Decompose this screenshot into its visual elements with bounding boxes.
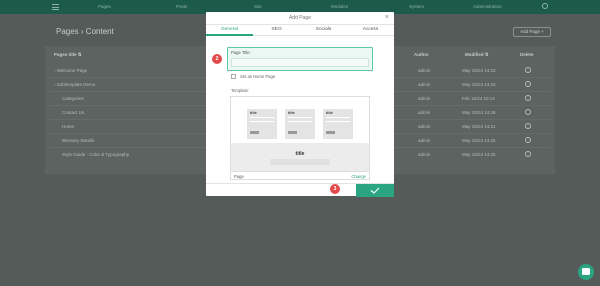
active-tab-indicator (206, 34, 253, 36)
change-template-link[interactable]: Change (351, 174, 366, 179)
template-thumbnail[interactable]: title (323, 109, 353, 139)
table-row-title[interactable]: › Welcome Page (54, 68, 87, 73)
nav-item-posts[interactable]: Posts (176, 4, 187, 9)
add-page-modal: Add Page × General SEO Socials Access Pa… (206, 12, 394, 197)
modal-title: Add Page (289, 15, 311, 21)
step-badge: 2 (212, 54, 222, 64)
table-row-date: May 15/24 14:33 (462, 68, 496, 73)
arrow-icon (340, 186, 354, 190)
step-badge: 3 (330, 184, 340, 194)
delete-icon[interactable] (525, 151, 531, 157)
chat-icon (582, 268, 590, 275)
table-row-title[interactable]: › Subtemplate Demo (54, 82, 95, 87)
home-page-checkbox[interactable] (231, 74, 236, 79)
table-row-date: May 15/24 14:33 (462, 82, 496, 87)
column-header-author: Author (414, 52, 429, 57)
nav-item-modules[interactable]: Modules (331, 4, 348, 9)
template-name: Page (234, 174, 244, 179)
page-title-input[interactable] (231, 58, 369, 67)
table-row-title[interactable]: Contact Us (62, 110, 84, 115)
table-row-author: admin (418, 110, 431, 115)
page-title-label: Page Title: (231, 50, 251, 55)
table-row-author: admin (418, 152, 431, 157)
check-icon (370, 187, 380, 194)
nav-item-system[interactable]: System (409, 4, 424, 9)
template-footer: Page Change (231, 171, 369, 180)
tab-general[interactable]: General (206, 27, 253, 32)
page-title-field: Page Title: (227, 47, 373, 71)
chat-button[interactable] (578, 264, 594, 280)
home-page-checkbox-label[interactable]: Set as Home Page (240, 74, 275, 79)
modal-tabs: General SEO Socials Access (206, 25, 394, 36)
column-header-title[interactable]: Pages title ⇅ (54, 52, 82, 58)
delete-icon[interactable] (525, 109, 531, 115)
nav-item-administration[interactable]: Administration (473, 4, 502, 9)
column-header-delete: Delete (520, 52, 534, 57)
column-header-modified[interactable]: Modified ⇅ (465, 52, 489, 58)
template-label: Template: (231, 88, 250, 93)
template-thumbnails: title title title (231, 97, 369, 143)
close-icon[interactable]: × (385, 14, 389, 22)
table-row-date: May 15/24 14:31 (462, 124, 496, 129)
table-row-author: admin (418, 124, 431, 129)
delete-icon[interactable] (525, 67, 531, 73)
tab-socials[interactable]: Socials (300, 27, 347, 32)
template-thumbnail[interactable]: title (285, 109, 315, 139)
table-row-date: May 15/24 14:26 (462, 152, 496, 157)
template-preview-title: title (295, 151, 305, 157)
table-row-date: May 15/24 14:26 (462, 138, 496, 143)
menu-icon[interactable] (52, 4, 59, 10)
table-row-author: admin (418, 68, 431, 73)
tab-seo[interactable]: SEO (253, 27, 300, 32)
table-row-author: admin (418, 82, 431, 87)
tab-access[interactable]: Access (347, 27, 394, 32)
modal-header: Add Page × (206, 12, 394, 25)
confirm-button[interactable] (356, 184, 394, 197)
table-row-date: May 15/24 14:26 (462, 110, 496, 115)
template-preview: title (231, 143, 369, 171)
template-thumbnail[interactable]: title (247, 109, 277, 139)
table-row-author: admin (418, 96, 431, 101)
delete-icon[interactable] (525, 81, 531, 87)
delete-icon[interactable] (525, 137, 531, 143)
search-icon[interactable] (542, 3, 548, 9)
add-page-button[interactable]: Add Page + (513, 27, 551, 37)
delete-icon[interactable] (525, 123, 531, 129)
modal-footer (206, 183, 394, 197)
template-selector[interactable]: title title title title Page Change (230, 96, 370, 180)
table-row-date: Feb 15/24 10:14 (462, 96, 495, 101)
table-row-author: admin (418, 138, 431, 143)
nav-item-pages[interactable]: Pages (98, 4, 111, 9)
table-row-title[interactable]: Home (62, 124, 74, 129)
table-row-title[interactable]: Blossary Details (62, 138, 94, 143)
table-row-title[interactable]: Categories (62, 96, 84, 101)
nav-item-site[interactable]: Site (254, 4, 262, 9)
table-row-title[interactable]: Style Guide · Color & Typography (62, 152, 129, 157)
page-title: Pages › Content (56, 27, 114, 36)
delete-icon[interactable] (525, 95, 531, 101)
